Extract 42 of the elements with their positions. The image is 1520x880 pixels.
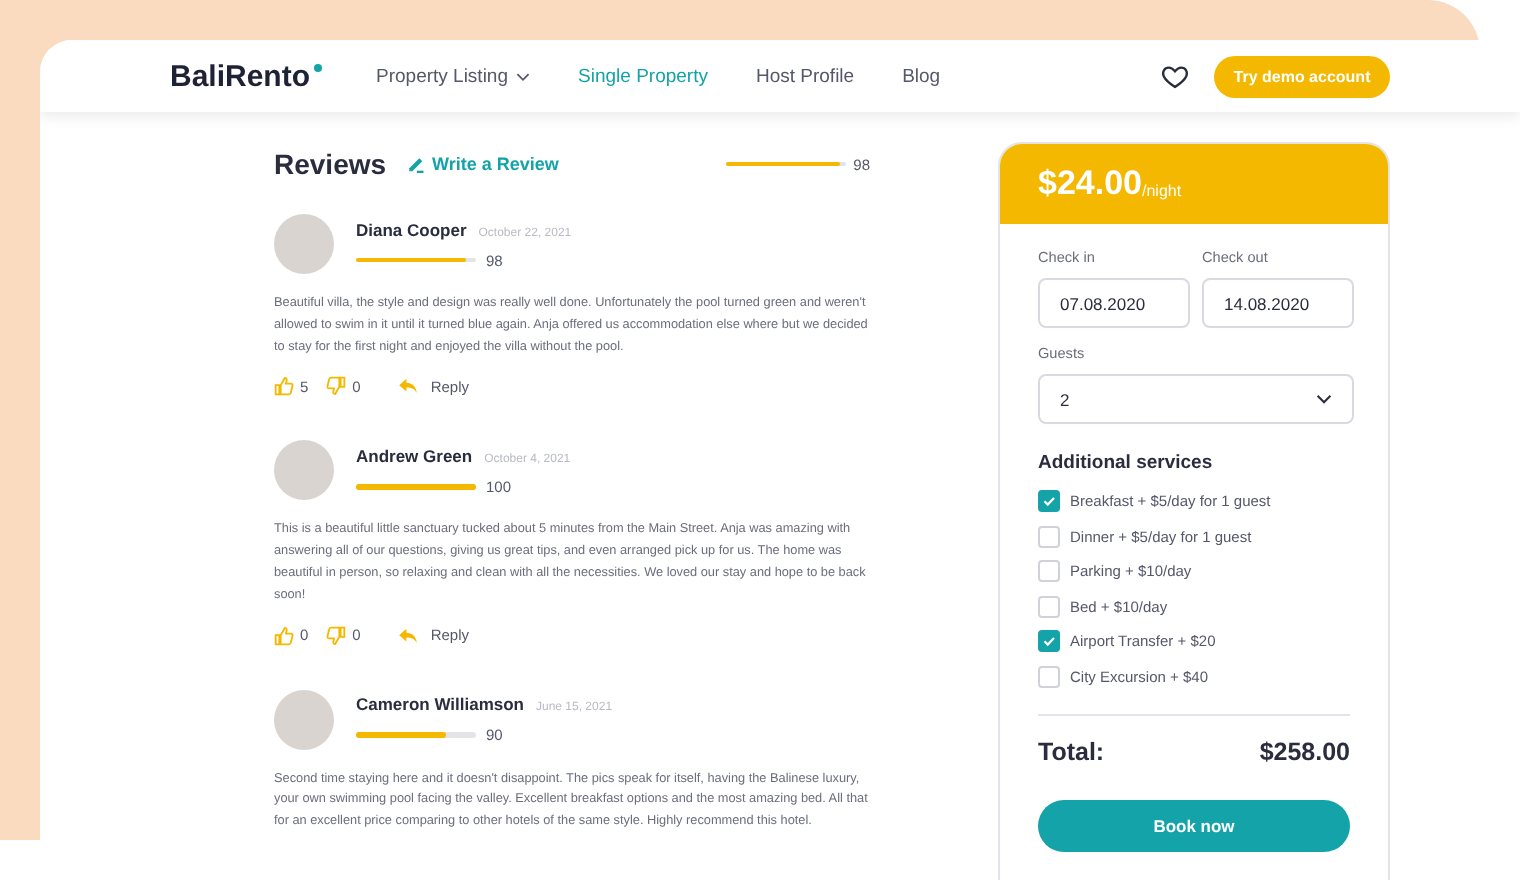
reply-arrow-icon — [398, 627, 419, 644]
avatar — [274, 214, 334, 274]
checkbox[interactable] — [1038, 490, 1060, 512]
logo-dot-icon — [314, 63, 323, 71]
check-in-field[interactable]: 07.08.2020 — [1038, 278, 1190, 328]
chevron-down-icon — [1316, 394, 1332, 404]
thumbs-down-icon — [326, 376, 347, 397]
nav-link[interactable]: Host Profile — [755, 65, 855, 87]
avatar — [274, 689, 334, 750]
rating-bar — [356, 484, 476, 490]
reviews-heading: Reviews — [274, 148, 387, 180]
thumbs-up-icon — [274, 625, 294, 646]
checkbox[interactable] — [1038, 595, 1060, 617]
thumbs-down-icon — [326, 625, 347, 646]
checkbox[interactable] — [1038, 560, 1060, 582]
pencil-icon — [406, 154, 427, 174]
checkmark-icon — [1040, 492, 1058, 510]
reviewer-name: Diana Cooper — [356, 219, 467, 239]
check-out-field[interactable]: 14.08.2020 — [1202, 278, 1354, 328]
avatar — [274, 440, 334, 501]
heart-icon[interactable] — [1160, 61, 1190, 91]
thumbs-up-icon — [274, 376, 294, 397]
chevron-down-icon — [516, 71, 531, 81]
reply-arrow-icon — [398, 378, 419, 395]
nav-link[interactable]: Property Listing — [376, 65, 531, 87]
rating-bar — [356, 732, 476, 738]
checkbox[interactable] — [1038, 665, 1060, 687]
services-heading: Additional services — [1038, 452, 1215, 474]
guests-dropdown[interactable]: 2 — [1038, 374, 1354, 424]
logo[interactable]: BaliRento — [170, 59, 311, 93]
price-unit: /night — [1142, 181, 1182, 199]
reviewer-name: Andrew Green — [356, 445, 473, 466]
price: $24.00 — [1038, 164, 1142, 204]
rating-bar — [725, 161, 846, 167]
total-amount: $258.00 — [1259, 737, 1350, 765]
total-label: Total: — [1038, 737, 1105, 765]
reviewer-name: Cameron Williamson — [356, 694, 524, 715]
checkbox[interactable] — [1038, 525, 1060, 547]
checkbox[interactable] — [1038, 630, 1060, 652]
checkmark-icon — [1040, 632, 1058, 650]
rating-bar — [356, 257, 476, 263]
nav-link[interactable]: Blog — [902, 65, 941, 87]
